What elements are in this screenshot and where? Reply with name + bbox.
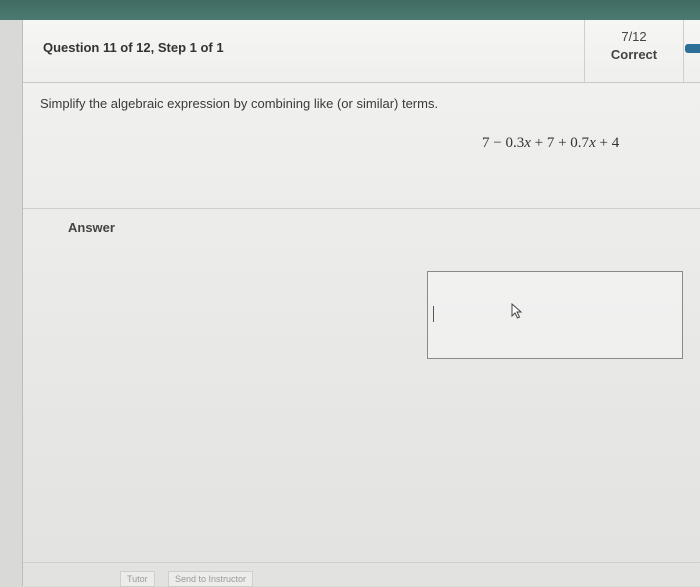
question-title: Question 11 of 12, Step 1 of 1 (43, 40, 224, 55)
answer-label: Answer (68, 220, 115, 235)
question-instructions: Simplify the algebraic expression by com… (40, 96, 439, 111)
score-fraction: 7/12 (621, 29, 647, 44)
text-caret (433, 306, 434, 322)
expression-variable: x (589, 135, 596, 151)
expression-variable: x (524, 135, 531, 151)
score-box: 7/12 Correct (584, 20, 684, 82)
side-panel-tab[interactable] (685, 44, 700, 53)
question-header: Question 11 of 12, Step 1 of 1 7/12 Corr… (23, 20, 700, 83)
answer-input[interactable] (427, 271, 683, 359)
top-bar (0, 0, 700, 20)
send-to-instructor-button[interactable]: Send to Instructor (168, 571, 254, 587)
expression-part: + 7 + 0.7 (530, 135, 590, 151)
score-status: Correct (610, 47, 658, 62)
expression-part: + 4 (595, 135, 620, 151)
math-expression: 7 − 0.3x + 7 + 0.7x + 4 (482, 135, 619, 152)
expression-part: 7 − 0.3 (482, 135, 525, 151)
tutor-button[interactable]: Tutor (120, 571, 155, 587)
mouse-pointer-icon (511, 303, 523, 319)
question-panel: Question 11 of 12, Step 1 of 1 7/12 Corr… (22, 20, 700, 587)
footer-bar: Tutor Send to Instructor (23, 562, 700, 587)
section-divider (23, 208, 700, 209)
